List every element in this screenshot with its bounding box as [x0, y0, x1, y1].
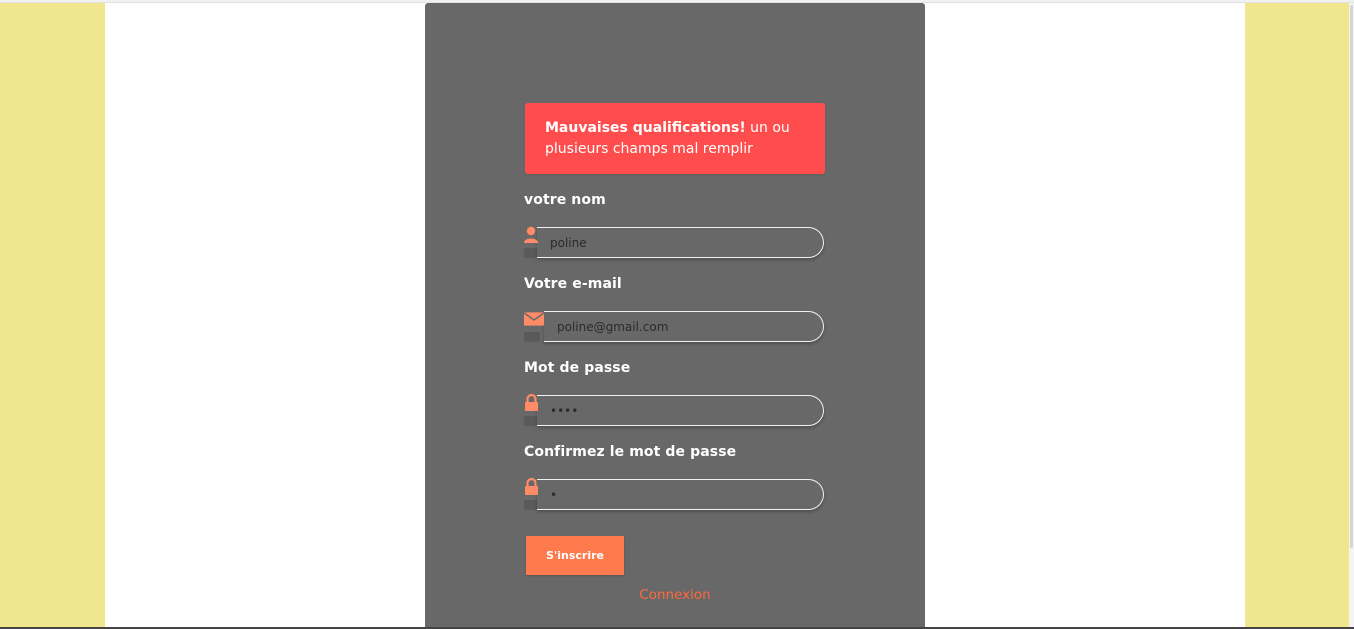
- lock-icon: [525, 477, 538, 495]
- lock-icon: [525, 393, 538, 411]
- confirm-password-field: [524, 477, 825, 512]
- name-input[interactable]: [537, 227, 824, 258]
- name-label: votre nom: [524, 192, 606, 208]
- left-side-band: [0, 3, 105, 629]
- confirm-password-label: Confirmez le mot de passe: [524, 444, 737, 460]
- password-label: Mot de passe: [524, 360, 631, 376]
- email-field: [524, 310, 825, 344]
- user-icon: [524, 226, 538, 243]
- signup-button[interactable]: S'inscrire: [526, 536, 624, 575]
- password-field: [524, 393, 825, 428]
- name-field: [524, 226, 825, 260]
- alert-title: Mauvaises qualifications!: [545, 120, 746, 136]
- confirm-password-input[interactable]: [537, 479, 824, 510]
- email-input[interactable]: [544, 311, 824, 342]
- scrollbar-thumb[interactable]: [1350, 5, 1353, 548]
- signup-panel: Mauvaises qualifications! un ou plusieur…: [425, 3, 925, 629]
- field-tab: [524, 332, 540, 342]
- email-label: Votre e-mail: [524, 276, 622, 292]
- error-alert: Mauvaises qualifications! un ou plusieur…: [525, 103, 825, 174]
- right-side-band: [1245, 3, 1349, 629]
- password-input[interactable]: [537, 395, 824, 426]
- envelope-icon: [524, 312, 545, 326]
- login-link[interactable]: Connexion: [575, 587, 775, 603]
